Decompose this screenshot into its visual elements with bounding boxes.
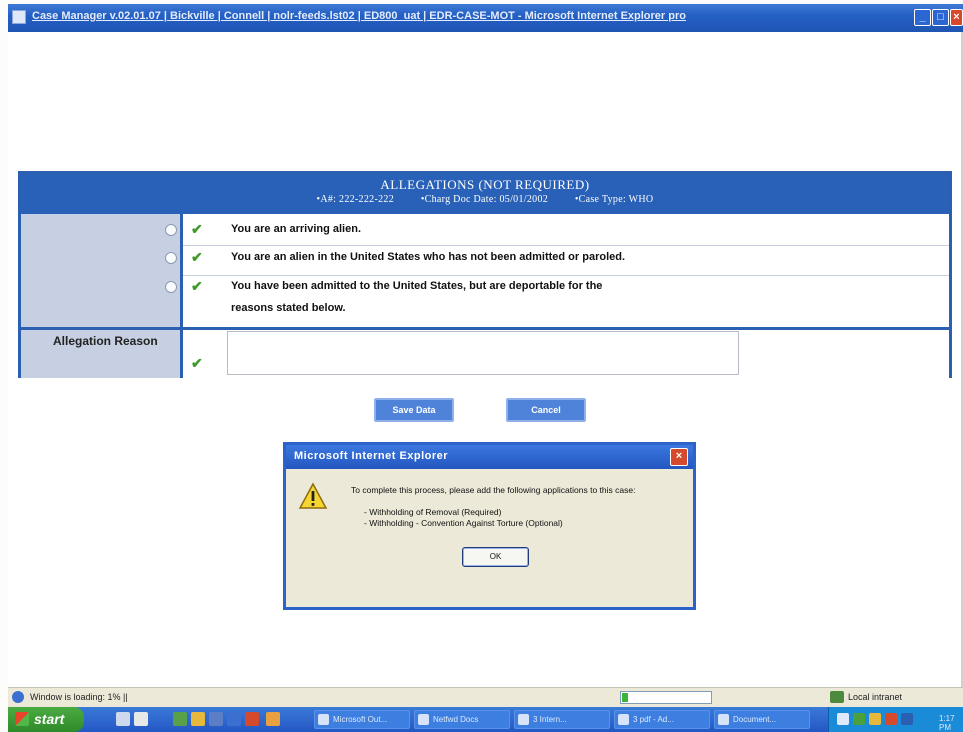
browser-content: ALLEGATIONS (NOT REQUIRED) •A#: 222-222-… xyxy=(8,32,963,687)
ie-icon xyxy=(518,714,529,725)
taskbar-item-label: Microsoft Out... xyxy=(333,715,388,724)
dialog-item-1: - Withholding of Removal (Required) xyxy=(364,507,502,517)
quicklaunch-ie-icon[interactable] xyxy=(116,712,130,726)
alert-dialog: Microsoft Internet Explorer × To complet… xyxy=(283,442,696,610)
ie-page-icon xyxy=(12,10,26,24)
quicklaunch-app-icon[interactable] xyxy=(209,712,223,726)
check-icon: ✔ xyxy=(191,278,203,294)
allegation-reason-textarea[interactable] xyxy=(227,331,739,375)
taskbar-item[interactable]: Microsoft Out... xyxy=(314,710,410,729)
panel-title: ALLEGATIONS (NOT REQUIRED) xyxy=(380,177,590,192)
status-bar: Window is loading: 1% || Local intranet xyxy=(8,687,963,707)
word-icon xyxy=(718,714,729,725)
save-data-button[interactable]: Save Data xyxy=(374,398,454,422)
allegation-option-3-line1: You have been admitted to the United Sta… xyxy=(231,280,603,292)
dialog-item-2: - Withholding - Convention Against Tortu… xyxy=(364,518,563,528)
label-column xyxy=(21,214,180,378)
case-type: •Case Type: WHO xyxy=(574,194,654,205)
cancel-button[interactable]: Cancel xyxy=(506,398,586,422)
clock: 1:17 PM xyxy=(939,714,955,732)
quicklaunch-app-icon[interactable] xyxy=(227,712,241,726)
window-titlebar[interactable]: Case Manager v.02.01.07 | Bickville | Co… xyxy=(8,4,963,32)
dialog-titlebar[interactable]: Microsoft Internet Explorer × xyxy=(286,445,693,469)
panel-header: ALLEGATIONS (NOT REQUIRED) •A#: 222-222-… xyxy=(21,174,949,214)
section-divider xyxy=(21,327,949,330)
taskbar-item[interactable]: Netfwd Docs xyxy=(414,710,510,729)
dialog-message: To complete this process, please add the… xyxy=(351,485,636,495)
quicklaunch-app-icon[interactable] xyxy=(266,712,280,726)
screen: Case Manager v.02.01.07 | Bickville | Co… xyxy=(0,0,963,732)
maximize-button[interactable]: □ xyxy=(932,9,949,26)
tray-icon[interactable] xyxy=(885,713,897,725)
window-close-button[interactable]: × xyxy=(950,9,963,26)
dialog-title: Microsoft Internet Explorer xyxy=(294,450,449,462)
dialog-close-button[interactable]: × xyxy=(670,448,688,466)
tray-icon[interactable] xyxy=(901,713,913,725)
taskbar-item[interactable]: Document... xyxy=(714,710,810,729)
system-tray: 1:17 PM xyxy=(828,707,963,732)
progress-fill xyxy=(622,693,628,702)
quicklaunch-edit-icon[interactable] xyxy=(134,712,148,726)
taskbar-item-label: Document... xyxy=(733,715,777,724)
warning-icon xyxy=(298,482,328,509)
windows-flag-icon xyxy=(15,712,29,726)
security-zone: Local intranet xyxy=(848,692,903,702)
allegation-radio-1[interactable] xyxy=(165,224,177,236)
allegations-panel: ALLEGATIONS (NOT REQUIRED) •A#: 222-222-… xyxy=(18,171,952,378)
start-button[interactable]: start xyxy=(8,707,84,732)
taskbar-item[interactable]: 3 Intern... xyxy=(514,710,610,729)
ie-status-icon xyxy=(12,691,24,703)
taskbar-item-label: 3 Intern... xyxy=(533,715,567,724)
tray-icon[interactable] xyxy=(853,713,865,725)
panel-case-info: •A#: 222-222-222 •Charg Doc Date: 05/01/… xyxy=(21,194,949,205)
loading-progress-bar xyxy=(620,691,712,704)
intranet-zone-icon xyxy=(830,691,844,703)
folder-icon xyxy=(418,714,429,725)
taskbar-item-label: 3 pdf - Ad... xyxy=(633,715,674,724)
charg-doc-date: •Charg Doc Date: 05/01/2002 xyxy=(420,194,549,205)
allegation-radio-3[interactable] xyxy=(165,281,177,293)
start-label: start xyxy=(34,711,65,727)
tray-icon[interactable] xyxy=(837,713,849,725)
allegation-option-2: You are an alien in the United States wh… xyxy=(231,251,626,263)
pdf-icon xyxy=(618,714,629,725)
taskbar-item-label: Netfwd Docs xyxy=(433,715,479,724)
allegation-reason-label: Allegation Reason xyxy=(53,334,158,348)
check-icon: ✔ xyxy=(191,221,203,237)
taskbar-item[interactable]: 3 pdf - Ad... xyxy=(614,710,710,729)
check-icon: ✔ xyxy=(191,249,203,265)
allegation-option-1: You are an arriving alien. xyxy=(231,223,362,235)
ok-button[interactable]: OK xyxy=(462,547,529,567)
status-text: Window is loading: 1% || xyxy=(30,692,128,702)
quicklaunch-app-icon[interactable] xyxy=(245,712,259,726)
outlook-icon xyxy=(318,714,329,725)
check-icon: ✔ xyxy=(191,355,203,371)
quicklaunch-app-icon[interactable] xyxy=(173,712,187,726)
a-number: •A#: 222-222-222 xyxy=(316,194,394,205)
quicklaunch-folder-icon[interactable] xyxy=(191,712,205,726)
minimize-button[interactable]: _ xyxy=(914,9,931,26)
allegation-option-3-line2: reasons stated below. xyxy=(231,302,346,314)
window-title: Case Manager v.02.01.07 | Bickville | Co… xyxy=(32,10,686,22)
allegation-radio-2[interactable] xyxy=(165,252,177,264)
taskbar: start Microsoft Out... Netfwd Docs 3 Int… xyxy=(8,707,963,732)
tray-icon[interactable] xyxy=(869,713,881,725)
